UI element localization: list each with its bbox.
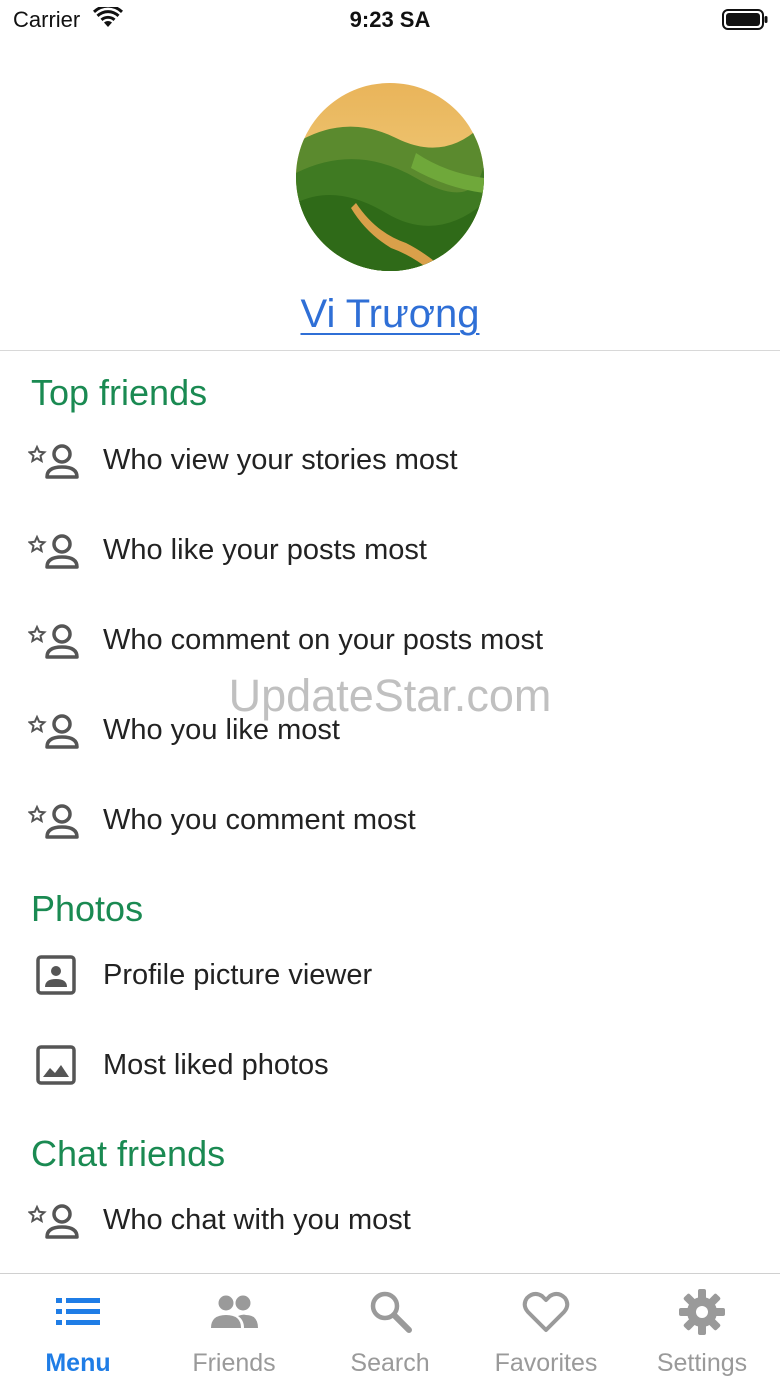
menu-item-who-like-posts[interactable]: Who like your posts most [0,517,780,587]
menu-item-who-you-like[interactable]: Who you like most [0,697,780,767]
menu-item-label: Who chat with you most [103,1204,411,1236]
tab-label: Search [350,1349,430,1377]
tab-settings[interactable]: Settings [624,1274,780,1388]
star-person-icon [27,529,84,575]
divider [0,350,780,351]
portrait-icon [28,954,84,1000]
section-title-top-friends: Top friends [31,372,208,413]
search-icon [370,1291,412,1333]
menu-item-profile-picture-viewer[interactable]: Profile picture viewer [0,942,780,1012]
tab-bar: Menu Friends Search Favorites Settings [0,1273,780,1388]
tab-favorites[interactable]: Favorites [468,1274,624,1388]
profile-name-link[interactable]: Vi Trương [0,292,780,337]
menu-item-who-you-comment[interactable]: Who you comment most [0,787,780,857]
gear-icon [679,1289,725,1335]
tab-friends[interactable]: Friends [156,1274,312,1388]
tab-search[interactable]: Search [312,1274,468,1388]
heart-icon [522,1291,570,1332]
tab-menu[interactable]: Menu [0,1274,156,1388]
tab-label: Favorites [494,1349,598,1377]
menu-item-who-comment-posts[interactable]: Who comment on your posts most [0,607,780,677]
menu-item-who-view-stories[interactable]: Who view your stories most [0,427,780,497]
clock: 9:23 SA [349,7,431,32]
section-title-chat-friends: Chat friends [31,1133,226,1174]
image-icon [28,1044,84,1090]
menu-item-who-chat-with-you[interactable]: Who chat with you most [0,1187,780,1257]
star-person-icon [27,709,84,755]
star-person-icon [27,439,84,485]
menu-item-label: Who you comment most [103,804,416,836]
battery-icon [722,9,768,36]
status-bar: Carrier 9:23 SA [0,0,780,40]
people-icon [211,1295,258,1328]
menu-item-most-liked-photos[interactable]: Most liked photos [0,1032,780,1102]
menu-item-label: Who like your posts most [103,534,427,566]
menu-item-label: Most liked photos [103,1049,329,1081]
star-person-icon [27,619,84,665]
menu-item-label: Who comment on your posts most [103,624,543,656]
tab-label: Menu [45,1349,111,1377]
menu-item-label: Who you like most [103,714,340,746]
menu-item-label: Profile picture viewer [103,959,373,991]
list-icon [56,1298,100,1325]
star-person-icon [27,1199,84,1245]
menu-item-label: Who view your stories most [103,444,458,476]
star-person-icon [27,799,84,845]
tab-label: Settings [656,1349,748,1377]
section-title-photos: Photos [31,888,144,929]
avatar[interactable] [296,83,484,271]
tab-label: Friends [192,1349,276,1377]
